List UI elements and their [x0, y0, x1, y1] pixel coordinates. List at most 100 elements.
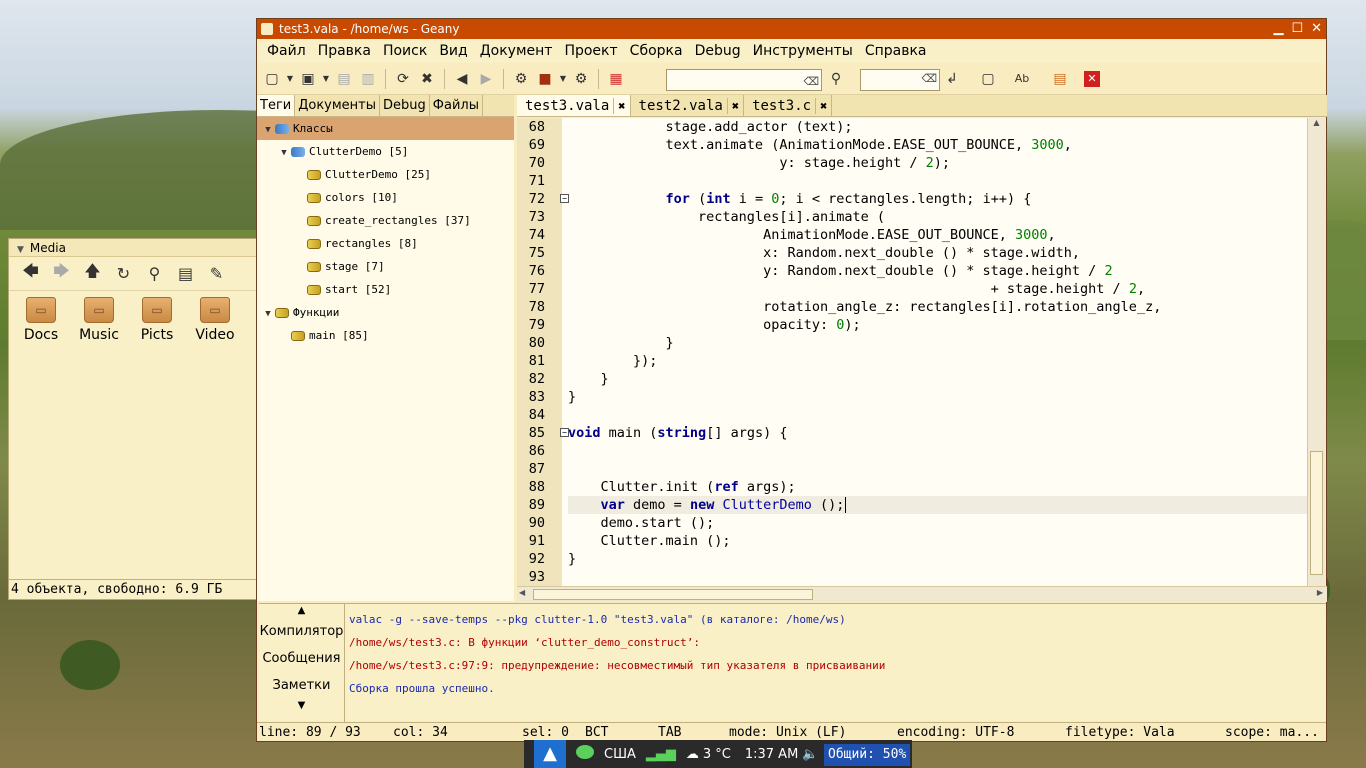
menu-item[interactable]: Поиск	[377, 43, 433, 59]
close-tab-icon[interactable]: ✖	[618, 99, 625, 113]
sidebar-tab[interactable]: Теги	[257, 95, 296, 116]
reload-icon[interactable]: ⟳	[392, 68, 414, 90]
preferences-icon[interactable]: ▤	[1049, 68, 1071, 90]
scroll-left-icon[interactable]: ◀	[519, 588, 525, 597]
tree-item[interactable]: ClutterDemo [25]	[257, 163, 514, 186]
expander-icon[interactable]: ▼	[277, 142, 291, 165]
new-file-icon[interactable]: ▢	[261, 68, 283, 90]
expander-icon[interactable]: ▼	[261, 303, 275, 326]
tree-item[interactable]: start [52]	[257, 278, 514, 301]
menu-item[interactable]: Сборка	[624, 43, 689, 59]
quit-icon[interactable]: ✕	[1084, 71, 1100, 87]
clock[interactable]: 1:37 AM	[745, 747, 798, 762]
sidebar-tab[interactable]: Файлы	[430, 95, 483, 116]
spellcheck-icon[interactable]: Ab	[1011, 68, 1033, 90]
volume-icon[interactable]: 🔈	[802, 747, 818, 762]
code-editor[interactable]: 68 stage.add_actor (text); 69 text.animat…	[517, 118, 1307, 586]
tree-item[interactable]: ▼ Функции	[257, 301, 514, 324]
close-icon[interactable]: ✕	[1311, 19, 1322, 39]
back-icon[interactable]: 🡄	[17, 260, 44, 287]
expander-icon[interactable]: ▼	[261, 119, 275, 142]
execute-icon[interactable]: ⚙	[570, 68, 592, 90]
folder-picts[interactable]: ▭ Picts	[137, 297, 177, 343]
maximize-icon[interactable]: ☐	[1291, 19, 1303, 39]
menu-item[interactable]: Файл	[261, 43, 312, 59]
menu-item[interactable]: Документ	[474, 43, 559, 59]
message-tab[interactable]: Компилятор	[259, 618, 344, 645]
sidebar-tab[interactable]: Документы	[295, 95, 381, 116]
editor-tab[interactable]: test3.vala ✖	[517, 95, 631, 116]
sidebar-tab[interactable]: Debug	[380, 95, 430, 116]
close-tab-icon[interactable]: ✖	[820, 99, 827, 113]
message-tab[interactable]: Заметки	[259, 672, 344, 699]
tree-item[interactable]: ▼ ClutterDemo [5]	[257, 140, 514, 163]
tree-item[interactable]: colors [10]	[257, 186, 514, 209]
close-file-icon[interactable]: ✖	[416, 68, 438, 90]
scrollbar-thumb[interactable]	[1310, 451, 1323, 575]
minimize-icon[interactable]: ▁	[1273, 19, 1283, 39]
goto-line-input[interactable]: ⌫	[860, 69, 940, 91]
color-chooser-icon[interactable]: ▦	[605, 68, 627, 90]
collapse-icon[interactable]: ▼	[17, 241, 24, 259]
menu-item[interactable]: Правка	[312, 43, 377, 59]
dropdown-icon[interactable]: ▼	[558, 68, 568, 90]
window-titlebar[interactable]: test3.vala - /home/ws - Geany ▁ ☐ ✕	[257, 19, 1326, 39]
folder-docs[interactable]: ▭ Docs	[21, 297, 61, 343]
up-icon[interactable]: 🡅	[79, 260, 106, 287]
menu-item[interactable]: Справка	[859, 43, 933, 59]
media-titlebar[interactable]: ▼ Media	[9, 239, 257, 257]
tree-item[interactable]: ▼ Классы	[257, 117, 514, 140]
tree-item[interactable]: rectangles [8]	[257, 232, 514, 255]
tree-item[interactable]: stage [7]	[257, 255, 514, 278]
folder-video[interactable]: ▭ Video	[195, 297, 235, 343]
search-icon[interactable]: ⚲	[141, 264, 168, 283]
scroll-up-icon[interactable]: ▲	[259, 604, 344, 618]
open-file-icon[interactable]: ▣	[297, 68, 319, 90]
find-icon[interactable]: ⚲	[825, 68, 847, 90]
menu-item[interactable]: Debug	[689, 43, 747, 59]
battery-indicator[interactable]: Общий: 50%	[824, 744, 910, 766]
editor-tab[interactable]: test3.c ✖	[744, 95, 833, 116]
clear-icon[interactable]: ⌫	[803, 72, 819, 92]
code-area[interactable]: 68 stage.add_actor (text); 69 text.animat…	[529, 118, 1307, 586]
vertical-scrollbar[interactable]: ▲	[1307, 118, 1325, 586]
settings-icon[interactable]: ✎	[203, 264, 230, 283]
build-icon[interactable]: ■	[534, 68, 556, 90]
editor-tab[interactable]: test2.vala ✖	[631, 95, 745, 116]
message-tab[interactable]: Сообщения	[259, 645, 344, 672]
goto-line-icon[interactable]: ↲	[941, 68, 963, 90]
document-icon[interactable]: ▢	[977, 68, 999, 90]
message-line[interactable]: valac -g --save-temps --pkg clutter-1.0 …	[349, 608, 1326, 631]
weather-icon[interactable]: ☁	[686, 747, 699, 762]
chat-icon[interactable]	[576, 745, 594, 763]
terminal-icon[interactable]: ▤	[172, 264, 199, 283]
forward-icon[interactable]: 🡆	[48, 260, 75, 287]
tree-item[interactable]: main [85]	[257, 324, 514, 347]
scroll-up-icon[interactable]: ▲	[1308, 118, 1325, 127]
start-menu-icon[interactable]: ▲	[534, 740, 566, 768]
tree-item[interactable]: create_rectangles [37]	[257, 209, 514, 232]
scrollbar-thumb[interactable]	[533, 589, 813, 600]
menu-item[interactable]: Инструменты	[747, 43, 859, 59]
compile-icon[interactable]: ⚙	[510, 68, 532, 90]
scroll-down-icon[interactable]: ▼	[259, 699, 344, 713]
nav-back-icon[interactable]: ◀	[451, 68, 473, 90]
folder-music[interactable]: ▭ Music	[79, 297, 119, 343]
menu-item[interactable]: Проект	[558, 43, 623, 59]
save-icon[interactable]: ▤	[333, 68, 355, 90]
dropdown-icon[interactable]: ▼	[321, 68, 331, 90]
save-all-icon[interactable]: ▥	[357, 68, 379, 90]
horizontal-scrollbar[interactable]: ◀ ▶	[517, 586, 1327, 602]
clear-icon[interactable]: ⌫	[921, 72, 937, 85]
nav-forward-icon[interactable]: ▶	[475, 68, 497, 90]
close-tab-icon[interactable]: ✖	[732, 99, 739, 113]
fold-icon[interactable]: −	[560, 428, 569, 437]
signal-icon[interactable]: ▂▄▆	[646, 747, 676, 762]
search-input[interactable]: ⌫	[666, 69, 822, 91]
message-line[interactable]: /home/ws/test3.c:97:9: предупреждение: н…	[349, 654, 1326, 677]
temperature[interactable]: 3 °C	[703, 747, 731, 762]
dropdown-icon[interactable]: ▼	[285, 68, 295, 90]
menu-item[interactable]: Вид	[433, 43, 473, 59]
keyboard-layout[interactable]: США	[604, 747, 636, 762]
scroll-right-icon[interactable]: ▶	[1317, 588, 1323, 597]
